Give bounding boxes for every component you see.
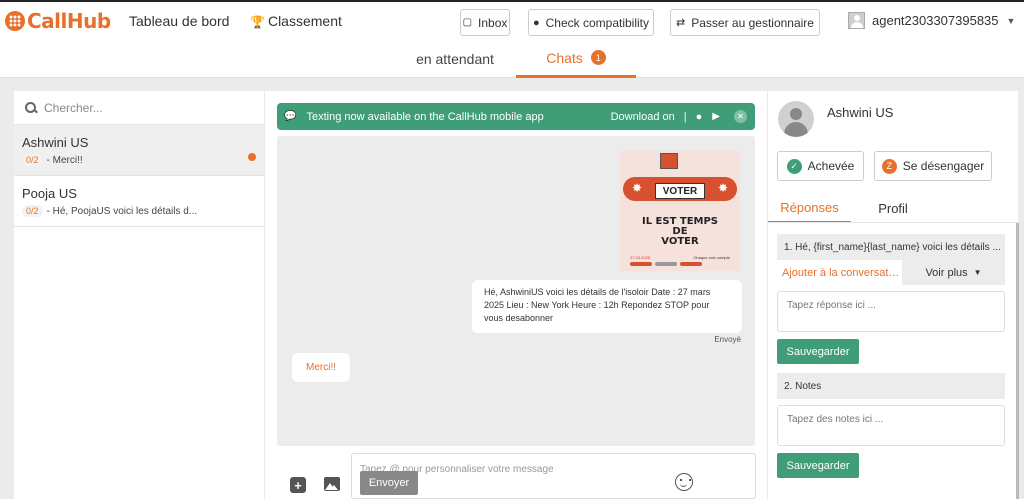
ballot-icon bbox=[660, 153, 678, 169]
trophy-icon: 🏆 bbox=[250, 15, 265, 29]
image-icon[interactable] bbox=[324, 477, 340, 491]
contact-preview: - Hé, PoojaUS voici les détails d... bbox=[46, 205, 198, 217]
star-icon: ✸ bbox=[632, 181, 643, 195]
star-icon: ✸ bbox=[717, 181, 728, 195]
chevron-down-icon: ▼ bbox=[1006, 15, 1016, 26]
contact-item-pooja[interactable]: Pooja US 0/2 - Hé, PoojaUS voici les dét… bbox=[14, 176, 264, 227]
agent-id: agent2303307395835 bbox=[872, 13, 999, 28]
brand-name: CallHub bbox=[27, 9, 111, 33]
tab-chats-label: Chats bbox=[546, 49, 583, 66]
inbox-label: Inbox bbox=[478, 15, 508, 30]
contact-details-panel: Ashwini US ✓ Achevée Z Se désengager Rép… bbox=[768, 91, 1019, 499]
chevron-down-icon: ▼ bbox=[973, 268, 982, 277]
user-avatar-icon bbox=[848, 12, 865, 29]
emoji-icon[interactable] bbox=[675, 473, 693, 491]
contact-avatar bbox=[778, 101, 814, 137]
add-attachment-icon[interactable]: + bbox=[290, 477, 306, 493]
switch-to-manager-label: Passer au gestionnaire bbox=[691, 15, 814, 30]
complete-label: Achevée bbox=[807, 159, 855, 173]
search-icon bbox=[25, 101, 37, 114]
message-status: Envoyé bbox=[714, 335, 741, 344]
tab-pending-label: en attendant bbox=[416, 51, 494, 67]
contact-preview: - Merci!! bbox=[46, 154, 83, 166]
save-response-button[interactable]: Sauvegarder bbox=[777, 339, 859, 364]
outgoing-message: Hé, AshwiniUS voici les détails de l'iso… bbox=[472, 280, 742, 333]
inbox-icon: ▢ bbox=[462, 17, 473, 28]
complete-button[interactable]: ✓ Achevée bbox=[777, 151, 864, 181]
play-store-icon[interactable]: ▶ bbox=[712, 111, 720, 122]
check-compatibility-label: Check compatibility bbox=[545, 15, 650, 30]
mobile-app-banner: 💬 Texting now available on the CallHub m… bbox=[277, 103, 755, 130]
see-more-label: Voir plus bbox=[925, 266, 968, 279]
unread-dot-icon bbox=[248, 153, 256, 161]
apple-icon[interactable]: ● bbox=[696, 111, 703, 123]
message-thread[interactable]: ✸ ✸ VOTER IL EST TEMPS DE VOTER 27.03.20… bbox=[277, 136, 755, 446]
message-count-badge: 0/2 bbox=[22, 205, 43, 217]
message-count-badge: 0/2 bbox=[22, 154, 43, 166]
poster-decor bbox=[630, 262, 702, 266]
tabs-row: en attendant Chats 1 bbox=[0, 40, 1024, 78]
disengage-icon: Z bbox=[881, 158, 897, 174]
scrollbar[interactable] bbox=[1016, 223, 1019, 499]
add-to-conversation-link[interactable]: Ajouter à la conversation bbox=[782, 267, 900, 279]
tabs-divider bbox=[768, 222, 1018, 223]
banner-text: Texting now available on the CallHub mob… bbox=[306, 110, 544, 123]
notes-input[interactable]: Tapez des notes ici ... bbox=[777, 405, 1005, 446]
poster-date: 27.03.2025 bbox=[630, 255, 651, 260]
disengage-label: Se désengager bbox=[902, 159, 985, 173]
incoming-message: Merci!! bbox=[292, 353, 350, 382]
banner-separator: | bbox=[683, 110, 687, 123]
search-bar[interactable]: Chercher... bbox=[14, 91, 264, 125]
agent-menu[interactable]: agent2303307395835 ▼ bbox=[848, 12, 1015, 29]
contact-name: Pooja US bbox=[22, 186, 77, 201]
poster-tagline: Chaque voix compte bbox=[693, 255, 730, 260]
chats-count-badge: 1 bbox=[590, 50, 606, 65]
contact-item-ashwini[interactable]: Ashwini US 0/2 - Merci!! bbox=[14, 125, 264, 176]
voter-poster-image[interactable]: ✸ ✸ VOTER IL EST TEMPS DE VOTER 27.03.20… bbox=[620, 151, 740, 271]
globe-icon: ● bbox=[532, 16, 540, 29]
response-item[interactable]: 1. Hé, {first_name}{last_name} voici les… bbox=[777, 234, 1005, 260]
nav-ranking-label: Classement bbox=[267, 13, 342, 29]
send-button[interactable]: Envoyer bbox=[360, 471, 418, 495]
switch-to-manager-button[interactable]: ⇄ Passer au gestionnaire bbox=[670, 9, 820, 36]
inbox-button[interactable]: ▢ Inbox bbox=[460, 9, 510, 36]
disengage-button[interactable]: Z Se désengager bbox=[874, 151, 992, 181]
swap-arrows-icon: ⇄ bbox=[676, 17, 686, 29]
contacts-panel: Chercher... Ashwini US 0/2 - Merci!! Poo… bbox=[14, 91, 264, 499]
check-circle-icon: ✓ bbox=[786, 158, 802, 174]
see-more-button[interactable]: Voir plus ▼ bbox=[902, 260, 1005, 285]
poster-voter-label: VOTER bbox=[655, 183, 705, 199]
close-icon[interactable]: ✕ bbox=[734, 110, 747, 123]
contact-name: Ashwini US bbox=[22, 135, 89, 150]
check-compatibility-button[interactable]: ● Check compatibility bbox=[528, 9, 654, 36]
tab-profile[interactable]: Profil bbox=[851, 194, 935, 223]
callhub-logo-icon bbox=[5, 11, 25, 31]
notes-heading: 2. Notes bbox=[777, 373, 1005, 399]
poster-heading-3: VOTER bbox=[661, 236, 699, 247]
save-notes-button[interactable]: Sauvegarder bbox=[777, 453, 859, 478]
search-input[interactable]: Chercher... bbox=[44, 101, 103, 115]
contact-name-heading: Ashwini US bbox=[827, 105, 894, 120]
tab-pending[interactable]: en attendant bbox=[395, 40, 515, 78]
response-input[interactable]: Tapez réponse ici ... bbox=[777, 291, 1005, 332]
nav-ranking[interactable]: 🏆 Classement bbox=[250, 13, 342, 29]
chat-bubble-icon: 💬 bbox=[284, 111, 297, 122]
tab-responses[interactable]: Réponses bbox=[768, 194, 851, 223]
nav-dashboard[interactable]: Tableau de bord bbox=[129, 13, 229, 29]
banner-download-label: Download on bbox=[610, 110, 675, 123]
conversation-panel: 💬 Texting now available on the CallHub m… bbox=[265, 91, 767, 499]
callhub-logo[interactable]: CallHub bbox=[5, 9, 111, 33]
top-bar: CallHub Tableau de bord 🏆 Classement ▢ In… bbox=[0, 0, 1024, 40]
tab-chats[interactable]: Chats 1 bbox=[516, 40, 636, 78]
